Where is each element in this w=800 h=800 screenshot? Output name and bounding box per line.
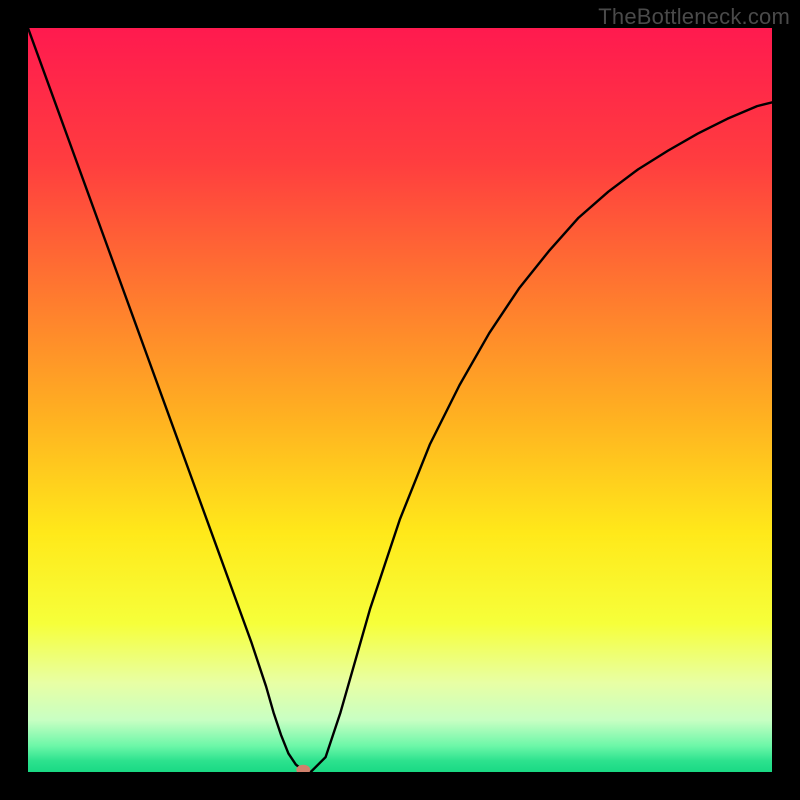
watermark-text: TheBottleneck.com [598, 4, 790, 30]
chart-plot-area [28, 28, 772, 772]
chart-frame: TheBottleneck.com [0, 0, 800, 800]
chart-background [28, 28, 772, 772]
chart-svg [28, 28, 772, 772]
